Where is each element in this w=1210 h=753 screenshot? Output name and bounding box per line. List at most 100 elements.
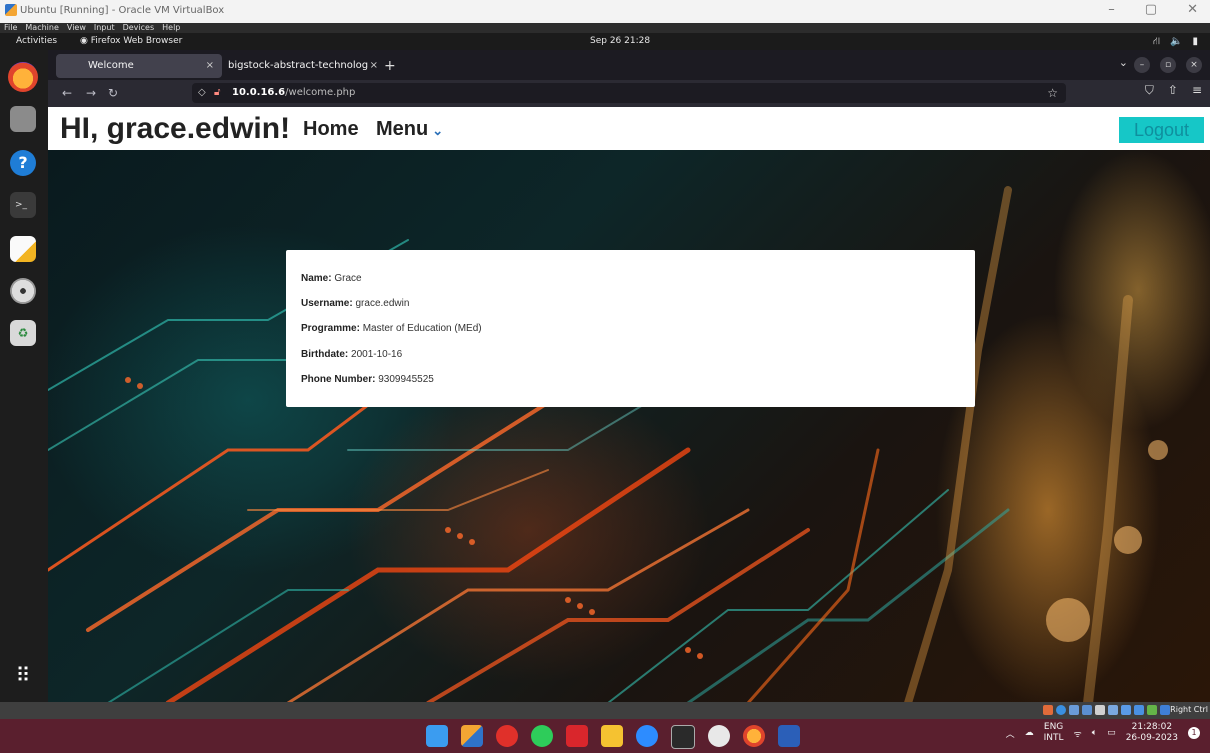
page-title: HI, grace.edwin! bbox=[60, 112, 291, 145]
text-editor-icon[interactable] bbox=[10, 236, 36, 262]
cpu-icon[interactable] bbox=[1147, 705, 1157, 715]
tab-close-icon[interactable]: × bbox=[206, 54, 214, 78]
github-icon[interactable] bbox=[708, 725, 730, 747]
menu-view[interactable]: View bbox=[67, 23, 86, 32]
nav-home-link[interactable]: Home bbox=[303, 118, 359, 141]
chevron-down-icon: ⌄ bbox=[432, 123, 444, 138]
restore-button[interactable]: ▢ bbox=[1145, 2, 1157, 17]
toolbar-right: ⛉ ⇧ ≡ bbox=[1145, 83, 1202, 98]
vbox-window-controls: – ▢ ✕ bbox=[1108, 2, 1198, 17]
start-icon[interactable] bbox=[426, 725, 448, 747]
terminal-taskbar-icon[interactable] bbox=[671, 725, 695, 749]
ubuntu-dock: ? >_ ♻ ⠿ bbox=[0, 50, 48, 702]
menu-input[interactable]: Input bbox=[94, 23, 115, 32]
url-path: /welcome.php bbox=[285, 87, 356, 98]
acrobat-icon[interactable] bbox=[566, 725, 588, 747]
battery-tray-icon[interactable]: ▭ bbox=[1107, 728, 1116, 738]
taskbar-date: 26-09-2023 bbox=[1125, 733, 1178, 743]
battery-icon: ▮ bbox=[1192, 36, 1198, 47]
whatsapp-icon[interactable] bbox=[531, 725, 553, 747]
speaker-icon[interactable]: 🔈︎ bbox=[1092, 728, 1097, 738]
taskbar-time: 21:28:02 bbox=[1131, 722, 1173, 732]
tracking-shield-icon[interactable]: ◇ bbox=[198, 83, 206, 103]
optical-drive-icon[interactable] bbox=[1056, 705, 1066, 715]
disc-icon[interactable] bbox=[10, 278, 36, 304]
virtualbox-taskbar-icon[interactable] bbox=[461, 725, 483, 747]
extensions-icon[interactable]: ⇧ bbox=[1168, 83, 1178, 98]
audio-icon[interactable] bbox=[1069, 705, 1079, 715]
url-host: 10.0.16.6 bbox=[232, 87, 286, 98]
terminal-icon[interactable]: >_ bbox=[10, 192, 36, 218]
tab-welcome[interactable]: Welcome × bbox=[56, 54, 222, 78]
url-bar[interactable]: ◇ 🔓︎ 10.0.16.6/welcome.php ☆ bbox=[192, 83, 1066, 103]
chevron-up-icon[interactable]: ︿ bbox=[1006, 727, 1015, 740]
zoom-icon[interactable] bbox=[636, 725, 658, 747]
language-indicator[interactable]: ENG INTL bbox=[1044, 722, 1064, 744]
recording-icon[interactable] bbox=[1134, 705, 1144, 715]
network-adapter-icon[interactable] bbox=[1082, 705, 1092, 715]
host-key-label: Right Ctrl bbox=[1170, 705, 1208, 714]
hamburger-menu-icon[interactable]: ≡ bbox=[1192, 83, 1202, 98]
birthdate-label: Birthdate: bbox=[301, 349, 349, 360]
virtualbox-icon bbox=[5, 4, 17, 16]
app-menu[interactable]: ◉ Firefox Web Browser bbox=[80, 33, 182, 50]
menu-machine[interactable]: Machine bbox=[25, 23, 59, 32]
cloud-icon[interactable]: ☁ bbox=[1025, 728, 1034, 738]
trash-icon[interactable]: ♻ bbox=[10, 320, 36, 346]
insecure-lock-icon[interactable]: 🔓︎ bbox=[214, 83, 220, 103]
nav-menu-dropdown[interactable]: Menu ⌄ bbox=[376, 118, 443, 141]
windows-taskbar: ︿ ☁ ENG INTL ᯤ 🔈︎ ▭ 21:28:02 26-09-2023 … bbox=[0, 719, 1210, 753]
close-button[interactable]: ✕ bbox=[1187, 2, 1198, 17]
ff-close-button[interactable]: × bbox=[1186, 57, 1202, 73]
back-icon[interactable]: ← bbox=[62, 84, 72, 102]
tab-close-icon[interactable]: × bbox=[370, 54, 378, 78]
wifi-icon[interactable]: ᯤ bbox=[1074, 727, 1082, 740]
minimize-button[interactable]: – bbox=[1108, 2, 1115, 17]
tab-label: Welcome bbox=[88, 60, 134, 71]
forward-icon[interactable]: → bbox=[86, 84, 96, 102]
menu-help[interactable]: Help bbox=[162, 23, 180, 32]
programme-value: Master of Education (MEd) bbox=[362, 323, 482, 334]
list-all-tabs-icon[interactable]: ⌄ bbox=[1119, 56, 1128, 69]
activities-button[interactable]: Activities bbox=[16, 33, 57, 50]
file-explorer-icon[interactable] bbox=[601, 725, 623, 747]
files-icon[interactable] bbox=[10, 106, 36, 132]
menu-devices[interactable]: Devices bbox=[123, 23, 155, 32]
opera-icon[interactable] bbox=[496, 725, 518, 747]
menu-file[interactable]: File bbox=[4, 23, 17, 32]
mouse-integration-icon[interactable] bbox=[1160, 705, 1170, 715]
help-icon[interactable]: ? bbox=[10, 150, 36, 176]
firefox-tab-bar: ● Welcome × bigstock-abstract-technolog … bbox=[48, 50, 1210, 80]
nav-menu-label: Menu bbox=[376, 118, 429, 140]
clock[interactable]: Sep 26 21:28 bbox=[590, 33, 650, 50]
show-apps-icon[interactable]: ⠿ bbox=[10, 662, 36, 688]
phone-value: 9309945525 bbox=[378, 374, 434, 385]
shared-folders-icon[interactable] bbox=[1108, 705, 1118, 715]
ff-maximize-button[interactable]: ▫ bbox=[1160, 57, 1176, 73]
firefox-nav-bar: ← → ↻ ◇ 🔓︎ 10.0.16.6/welcome.php ☆ ⛉ ⇧ ≡ bbox=[48, 80, 1210, 107]
word-icon[interactable] bbox=[778, 725, 800, 747]
username-label: Username: bbox=[301, 298, 353, 309]
logout-button[interactable]: Logout bbox=[1119, 117, 1204, 143]
taskbar-clock[interactable]: 21:28:02 26-09-2023 bbox=[1126, 722, 1178, 744]
notification-icon[interactable]: 1 bbox=[1188, 727, 1200, 739]
system-status-area[interactable]: ⛙ 🔈 ▮ bbox=[1153, 33, 1198, 50]
profile-phone-row: Phone Number: 9309945525 bbox=[301, 374, 434, 385]
firefox-small-icon: ◉ bbox=[80, 36, 91, 46]
name-value: Grace bbox=[334, 273, 362, 284]
pocket-icon[interactable]: ⛉ bbox=[1145, 83, 1154, 98]
firefox-icon[interactable] bbox=[8, 62, 38, 92]
username-value: grace.edwin bbox=[355, 298, 410, 309]
usb-icon[interactable] bbox=[1095, 705, 1105, 715]
tab-bigstock[interactable]: bigstock-abstract-technolog × bbox=[228, 54, 378, 78]
ff-minimize-button[interactable]: – bbox=[1134, 57, 1150, 73]
profile-name-row: Name: Grace bbox=[301, 273, 362, 284]
web-page: HI, grace.edwin! Home Menu ⌄ Logout Name… bbox=[48, 107, 1210, 703]
firefox-taskbar-icon[interactable] bbox=[743, 725, 765, 747]
new-tab-button[interactable]: + bbox=[384, 54, 396, 78]
reload-icon[interactable]: ↻ bbox=[108, 84, 118, 102]
bookmark-star-icon[interactable]: ☆ bbox=[1047, 83, 1058, 103]
hdd-icon[interactable] bbox=[1043, 705, 1053, 715]
display-icon[interactable] bbox=[1121, 705, 1131, 715]
app-menu-label: Firefox Web Browser bbox=[90, 36, 183, 46]
